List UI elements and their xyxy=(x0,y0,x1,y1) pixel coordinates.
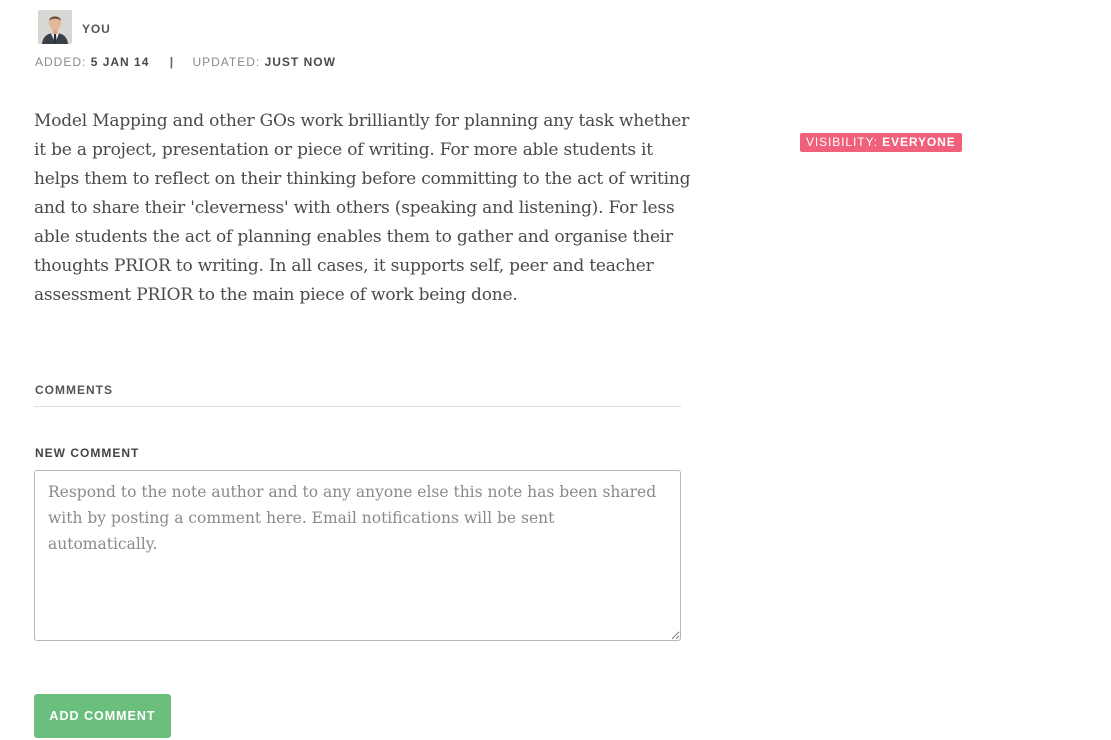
visibility-label: Visibility: xyxy=(806,135,878,149)
comment-input[interactable] xyxy=(34,470,681,641)
visibility-value: Everyone xyxy=(882,135,956,149)
visibility-badge[interactable]: Visibility: Everyone xyxy=(800,133,962,152)
meta-separator: | xyxy=(169,55,175,69)
updated-label: Updated: xyxy=(192,55,261,69)
divider xyxy=(34,406,681,407)
author-name[interactable]: You xyxy=(82,22,111,36)
add-comment-button[interactable]: Add Comment xyxy=(34,694,171,738)
comments-heading: Comments xyxy=(35,383,113,397)
new-comment-label: New Comment xyxy=(35,446,140,460)
note-body: Model Mapping and other GOs work brillia… xyxy=(34,111,691,305)
added-date: 5 Jan 14 xyxy=(90,55,150,69)
added-label: Added: xyxy=(35,55,87,69)
avatar xyxy=(38,10,72,44)
updated-date: Just now xyxy=(264,55,336,69)
note-meta: Added: 5 Jan 14 | Updated: Just now xyxy=(35,55,336,69)
author-row: You xyxy=(38,10,111,44)
